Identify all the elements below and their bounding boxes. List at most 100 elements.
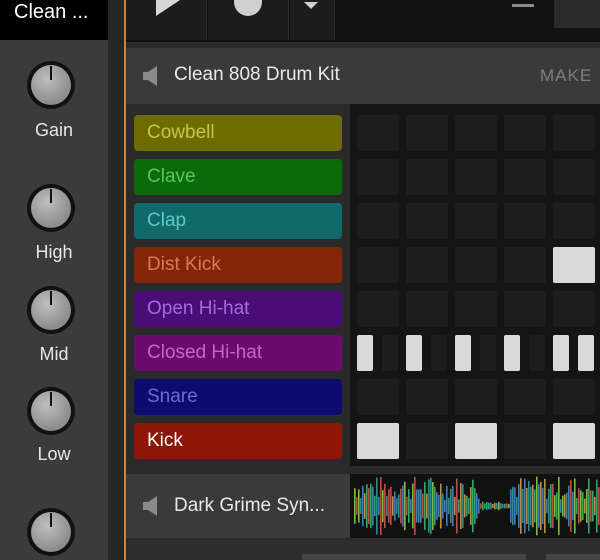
scrollbar-secondary[interactable] <box>546 554 600 560</box>
step-cell[interactable] <box>504 203 546 239</box>
high-knob[interactable] <box>27 184 75 232</box>
step-cell[interactable] <box>406 159 448 195</box>
waveform-bar <box>524 478 526 534</box>
step-cell[interactable] <box>455 115 497 151</box>
waveform-bar <box>534 489 536 523</box>
waveform-bar <box>380 477 382 535</box>
step-cell[interactable] <box>578 335 594 371</box>
step-cell[interactable] <box>357 247 399 283</box>
step-cell[interactable] <box>357 203 399 239</box>
waveform-bar <box>464 494 466 518</box>
step-cell[interactable] <box>529 335 545 371</box>
step-cell[interactable] <box>553 379 595 415</box>
transport-bar <box>126 0 600 42</box>
waveform-bar <box>452 485 454 527</box>
step-cell[interactable] <box>357 379 399 415</box>
mid-knob[interactable] <box>27 286 75 334</box>
step-cell[interactable] <box>455 423 497 459</box>
step-cell[interactable] <box>431 335 447 371</box>
pad-closed-hi-hat[interactable]: Closed Hi-hat <box>134 335 342 371</box>
waveform-bar <box>442 493 444 519</box>
step-cell[interactable] <box>504 115 546 151</box>
step-cell[interactable] <box>455 159 497 195</box>
waveform-bar <box>470 487 472 525</box>
waveform-bar <box>458 499 460 513</box>
waveform-bar <box>578 488 580 524</box>
waveform-bar <box>520 478 522 534</box>
step-cell[interactable] <box>553 159 595 195</box>
play-button[interactable] <box>126 0 207 40</box>
mid-label: Mid <box>39 344 69 364</box>
speaker-icon[interactable] <box>142 496 160 516</box>
step-cell[interactable] <box>455 379 497 415</box>
step-cell[interactable] <box>455 335 471 371</box>
waveform-bar <box>558 476 560 536</box>
pad-snare[interactable]: Snare <box>134 379 342 415</box>
step-cell[interactable] <box>357 115 399 151</box>
waveform-bar <box>550 484 552 528</box>
step-cell[interactable] <box>406 115 448 151</box>
step-cell[interactable] <box>406 335 422 371</box>
step-cell[interactable] <box>480 335 496 371</box>
pad-dist-kick[interactable]: Dist Kick <box>134 247 342 283</box>
waveform-bar <box>404 481 406 531</box>
waveform-bar <box>528 481 530 531</box>
step-cell[interactable] <box>553 247 595 283</box>
speaker-icon[interactable] <box>142 66 160 86</box>
waveform-bar <box>418 489 420 523</box>
step-cell[interactable] <box>357 291 399 327</box>
waveform-display[interactable] <box>350 474 600 538</box>
waveform-bar <box>592 490 594 522</box>
pad-clave[interactable]: Clave <box>134 159 342 195</box>
gain-knob[interactable] <box>27 61 75 109</box>
minimize-icon[interactable] <box>512 4 534 7</box>
waveform-bar <box>356 497 358 515</box>
waveform-bar <box>552 483 554 529</box>
step-cell[interactable] <box>357 159 399 195</box>
strip-title: Clean ... <box>0 0 108 40</box>
step-cell[interactable] <box>553 203 595 239</box>
waveform-bar <box>422 493 424 519</box>
step-cell[interactable] <box>406 203 448 239</box>
step-cell[interactable] <box>504 379 546 415</box>
filter-knob[interactable] <box>27 508 75 556</box>
waveform-bar <box>540 481 542 531</box>
step-cell[interactable] <box>504 335 520 371</box>
step-cell[interactable] <box>504 423 546 459</box>
waveform-bar <box>360 498 362 514</box>
step-cell[interactable] <box>406 379 448 415</box>
step-cell[interactable] <box>553 335 569 371</box>
pad-cowbell[interactable]: Cowbell <box>134 115 342 151</box>
step-cell[interactable] <box>553 115 595 151</box>
step-cell[interactable] <box>553 291 595 327</box>
pad-clap[interactable]: Clap <box>134 203 342 239</box>
step-cell[interactable] <box>455 291 497 327</box>
step-cell[interactable] <box>382 335 398 371</box>
pad-open-hi-hat[interactable]: Open Hi-hat <box>134 291 342 327</box>
waveform-bar <box>542 487 544 525</box>
pad-kick[interactable]: Kick <box>134 423 342 459</box>
waveform-bar <box>568 485 570 527</box>
step-cell[interactable] <box>504 291 546 327</box>
waveform-bar <box>582 492 584 520</box>
step-cell[interactable] <box>455 247 497 283</box>
waveform-bar <box>476 493 478 519</box>
step-cell[interactable] <box>357 423 399 459</box>
waveform-bar <box>544 478 546 534</box>
step-cell[interactable] <box>357 335 373 371</box>
low-knob[interactable] <box>27 387 75 435</box>
step-cell[interactable] <box>553 423 595 459</box>
waveform-bar <box>586 489 588 523</box>
make-button[interactable]: MAKE <box>540 66 592 86</box>
step-cell[interactable] <box>406 291 448 327</box>
step-cell[interactable] <box>504 159 546 195</box>
step-cell[interactable] <box>406 247 448 283</box>
step-cell[interactable] <box>406 423 448 459</box>
waveform-bar <box>556 492 558 520</box>
top-right-button[interactable] <box>554 0 600 28</box>
waveform-bar <box>390 486 392 526</box>
step-cell[interactable] <box>455 203 497 239</box>
step-cell[interactable] <box>504 247 546 283</box>
waveform-bar <box>444 499 446 513</box>
scrollbar[interactable] <box>302 554 526 560</box>
